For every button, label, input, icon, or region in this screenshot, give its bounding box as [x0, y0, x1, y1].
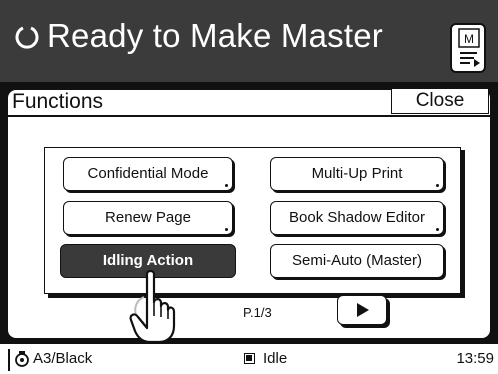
button-label: Multi-Up Print [311, 165, 403, 182]
master-button[interactable]: M [450, 23, 486, 73]
machine-state-status: Idle [263, 350, 288, 367]
status-divider [8, 349, 10, 371]
button-label: Renew Page [105, 209, 191, 226]
status-bar: A3/Black Idle 13:59 [0, 346, 498, 374]
pointing-hand-cursor-icon [129, 269, 176, 344]
semi-auto-master-button[interactable]: Semi-Auto (Master) [270, 244, 444, 278]
page-title: Ready to Make Master [47, 17, 383, 54]
more-options-dot [436, 228, 439, 231]
master-document-icon: M [458, 28, 480, 67]
next-page-button[interactable] [337, 295, 387, 325]
clock-time: 13:59 [456, 350, 494, 367]
button-label: Idling Action [102, 252, 194, 269]
group-shadow [48, 294, 465, 298]
idle-status-icon [244, 353, 255, 364]
paper-drum-icon [15, 351, 29, 367]
panel-divider [8, 115, 490, 117]
close-button[interactable]: Close [391, 88, 489, 114]
refresh-arc-icon [15, 26, 39, 49]
multi-up-print-button[interactable]: Multi-Up Print [270, 157, 444, 191]
panel-title: Functions [12, 90, 104, 113]
more-options-dot [225, 184, 228, 187]
book-shadow-editor-button[interactable]: Book Shadow Editor [270, 201, 444, 235]
header-bar: Ready to Make Master M [0, 0, 498, 82]
more-options-dot [225, 228, 228, 231]
button-label: Confidential Mode [87, 165, 209, 182]
group-shadow [461, 150, 465, 298]
more-options-dot [436, 184, 439, 187]
page-indicator: P.1/3 [243, 305, 272, 320]
button-label: Book Shadow Editor [289, 209, 425, 226]
confidential-mode-button[interactable]: Confidential Mode [63, 157, 233, 191]
play-arrow-icon [357, 303, 369, 317]
paper-color-status: A3/Black [33, 350, 93, 367]
renew-page-button[interactable]: Renew Page [63, 201, 233, 235]
button-label: Semi-Auto (Master) [291, 252, 423, 269]
master-button-letter: M [464, 32, 474, 46]
